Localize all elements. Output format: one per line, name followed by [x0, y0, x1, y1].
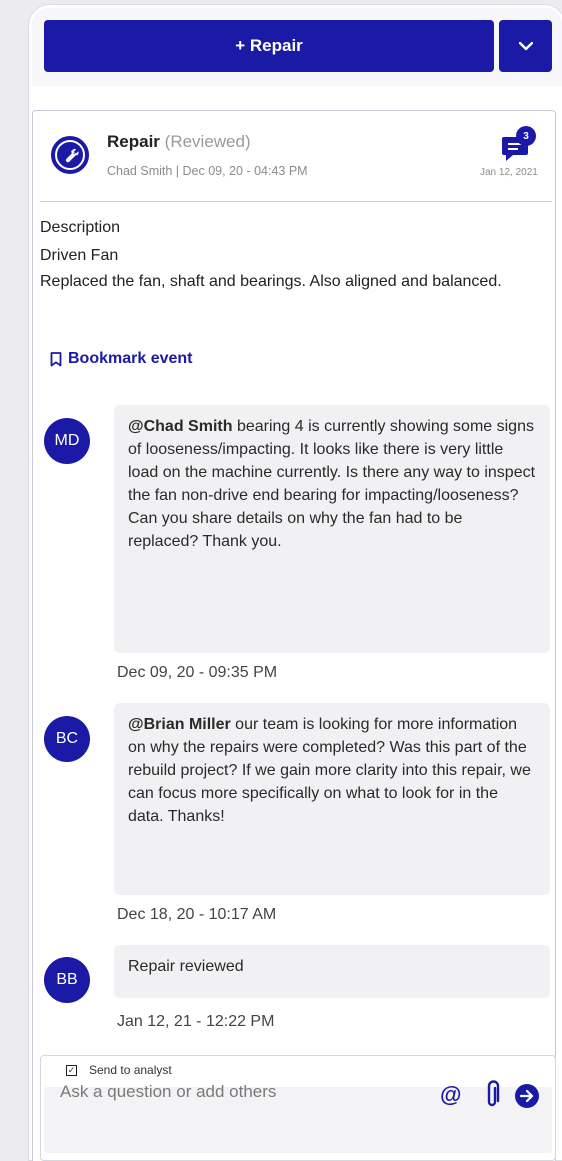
description-heading: Description: [40, 219, 121, 236]
comment-bubble: @Chad Smith bearing 4 is currently showi…: [114, 405, 550, 653]
dropdown-button[interactable]: [499, 20, 552, 72]
paperclip-icon[interactable]: [484, 1080, 500, 1110]
chevron-down-icon: [518, 41, 533, 50]
last-activity-date: Jan 12, 2021: [480, 167, 538, 178]
event-author-date: Chad Smith | Dec 09, 20 - 04:43 PM: [107, 164, 308, 178]
send-arrow-icon[interactable]: [515, 1084, 539, 1108]
bookmark-event-link[interactable]: Bookmark event: [50, 350, 193, 368]
wrench-icon: [65, 148, 79, 163]
avatar: BB: [44, 957, 90, 1003]
header-divider: [40, 201, 552, 202]
comment-text: Repair reviewed: [128, 958, 244, 975]
at-icon[interactable]: @: [440, 1082, 461, 1108]
add-repair-button[interactable]: + Repair: [44, 20, 494, 72]
comment-timestamp: Jan 12, 21 - 12:22 PM: [117, 1013, 275, 1030]
question-input-placeholder: Ask a question or add others: [60, 1082, 277, 1101]
send-to-analyst-checkbox[interactable]: ✓: [66, 1064, 77, 1076]
comment-text: bearing 4 is currently showing some sign…: [128, 418, 536, 550]
mention[interactable]: @Brian Miller: [128, 716, 231, 733]
comment-bubble: @Brian Miller our team is looking for mo…: [114, 703, 550, 895]
event-status: (Reviewed): [164, 132, 251, 151]
comment-timestamp: Dec 18, 20 - 10:17 AM: [117, 906, 277, 923]
event-title: Repair (Reviewed): [107, 132, 251, 152]
comment-timestamp: Dec 09, 20 - 09:35 PM: [117, 664, 278, 681]
description-line: Replaced the fan, shaft and bearings. Al…: [40, 273, 502, 290]
send-to-analyst-label: Send to analyst: [89, 1063, 172, 1077]
avatar: MD: [44, 418, 90, 464]
bookmark-icon: [50, 351, 62, 366]
mention[interactable]: @Chad Smith: [128, 418, 233, 435]
event-type: Repair: [107, 132, 160, 151]
avatar: BC: [44, 716, 90, 762]
event-type-badge: [51, 136, 89, 174]
send-to-analyst-option[interactable]: ✓ Send to analyst: [66, 1063, 172, 1077]
bookmark-label: Bookmark event: [68, 350, 193, 367]
comment-bubble: Repair reviewed: [114, 945, 550, 998]
comment-count-badge: 3: [516, 126, 536, 146]
description-line: Driven Fan: [40, 247, 119, 264]
